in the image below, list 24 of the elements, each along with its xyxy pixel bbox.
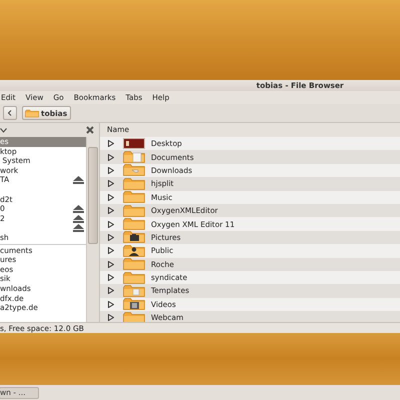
folder-icon (123, 284, 145, 297)
folder-icon (123, 272, 145, 284)
eject-icon[interactable] (73, 214, 84, 223)
folder-icon (123, 312, 145, 322)
back-button[interactable] (3, 106, 17, 120)
folder-icon (123, 164, 145, 176)
scrollbar[interactable] (86, 137, 99, 322)
folder-icon (123, 244, 145, 257)
folder-icon (123, 178, 145, 190)
folder-icon (123, 298, 145, 310)
folder-icon (25, 108, 39, 118)
back-icon (7, 110, 13, 116)
folder-icon (123, 151, 145, 164)
eject-icon[interactable] (73, 176, 84, 184)
eject-icon[interactable] (73, 224, 84, 232)
folder-icon (123, 231, 145, 244)
folder-icon (123, 218, 145, 230)
desktop-icon (123, 138, 145, 150)
folder-icon (123, 258, 145, 270)
folder-icon (123, 191, 145, 204)
folder-icon (123, 204, 145, 217)
chevron-down-icon[interactable] (0, 128, 7, 132)
eject-icon[interactable] (73, 204, 84, 213)
close-icon[interactable] (86, 126, 94, 134)
